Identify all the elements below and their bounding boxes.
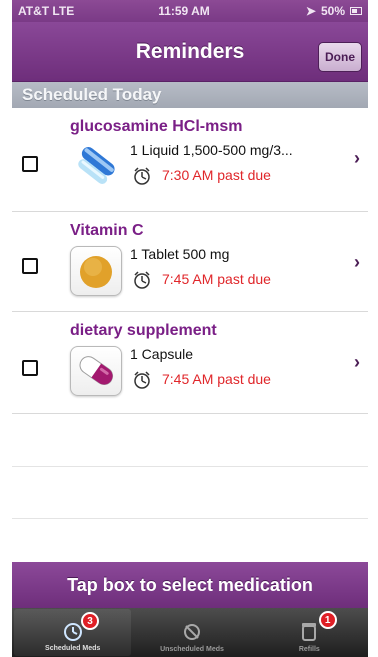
chevron-right-icon[interactable]: › bbox=[354, 352, 360, 373]
badge-count: 3 bbox=[81, 612, 99, 630]
carrier-label: AT&T LTE bbox=[18, 4, 75, 18]
pill-bottle-icon bbox=[297, 620, 321, 644]
select-medication-checkbox[interactable] bbox=[22, 360, 38, 376]
medication-dose: 1 Liquid 1,500-500 mg/3... bbox=[130, 142, 293, 158]
past-due-time: 7:30 AM past due bbox=[162, 167, 271, 183]
divider bbox=[12, 466, 368, 467]
reminder-row[interactable]: glucosamine HCl-msm 1 Liquid 1,500-500 m… bbox=[12, 108, 368, 212]
reminder-row[interactable]: dietary supplement 1 Capsule 7:45 AM pas… bbox=[12, 312, 368, 414]
medication-dose: 1 Capsule bbox=[130, 346, 194, 362]
tab-label: Unscheduled Meds bbox=[160, 646, 224, 653]
reminders-screen: AT&T LTE 11:59 AM ➤ 50% Reminders Done S… bbox=[12, 0, 368, 657]
tab-label: Refills bbox=[298, 646, 320, 653]
page-title: Reminders bbox=[135, 40, 245, 63]
past-due-time: 7:45 AM past due bbox=[162, 371, 271, 387]
tab-label: Scheduled Meds bbox=[45, 645, 101, 652]
navigation-bar: Reminders Done bbox=[12, 22, 368, 82]
tab-bar: 3 Scheduled Meds Unscheduled Meds 1 Refi… bbox=[12, 608, 368, 657]
status-indicators: ➤ 50% bbox=[250, 4, 362, 18]
medication-name: dietary supplement bbox=[70, 322, 217, 339]
location-icon: ➤ bbox=[305, 4, 316, 18]
alarm-clock-icon bbox=[132, 270, 152, 290]
medication-name: Vitamin C bbox=[70, 222, 144, 239]
past-due-time: 7:45 AM past due bbox=[162, 271, 271, 287]
medication-dose: 1 Tablet 500 mg bbox=[130, 246, 230, 262]
badge-count: 1 bbox=[318, 611, 337, 629]
battery-icon bbox=[350, 7, 362, 15]
reminder-row[interactable]: Vitamin C 1 Tablet 500 mg 7:45 AM past d… bbox=[12, 212, 368, 312]
done-button[interactable]: Done bbox=[318, 42, 362, 72]
status-bar: AT&T LTE 11:59 AM ➤ 50% bbox=[12, 0, 368, 22]
alarm-clock-icon bbox=[132, 370, 152, 390]
bell-slash-icon bbox=[180, 620, 204, 644]
liquid-capsule-icon bbox=[70, 142, 122, 192]
battery-percentage: 50% bbox=[320, 4, 345, 18]
tab-scheduled-meds[interactable]: 3 Scheduled Meds bbox=[14, 609, 132, 656]
status-time: 11:59 AM bbox=[158, 4, 210, 18]
section-header-scheduled-today: Scheduled Today bbox=[12, 82, 368, 108]
tab-refills[interactable]: 1 Refills bbox=[251, 608, 368, 657]
capsule-icon bbox=[70, 346, 122, 396]
divider bbox=[12, 518, 368, 519]
chevron-right-icon[interactable]: › bbox=[354, 148, 360, 169]
tablet-icon bbox=[70, 246, 122, 296]
tab-unscheduled-meds[interactable]: Unscheduled Meds bbox=[133, 608, 250, 657]
alarm-clock-icon bbox=[132, 166, 152, 186]
select-medication-checkbox[interactable] bbox=[22, 258, 38, 274]
chevron-right-icon[interactable]: › bbox=[354, 252, 360, 273]
instruction-banner: Tap box to select medication bbox=[12, 562, 368, 608]
select-medication-checkbox[interactable] bbox=[22, 156, 38, 172]
medication-name: glucosamine HCl-msm bbox=[70, 118, 243, 135]
